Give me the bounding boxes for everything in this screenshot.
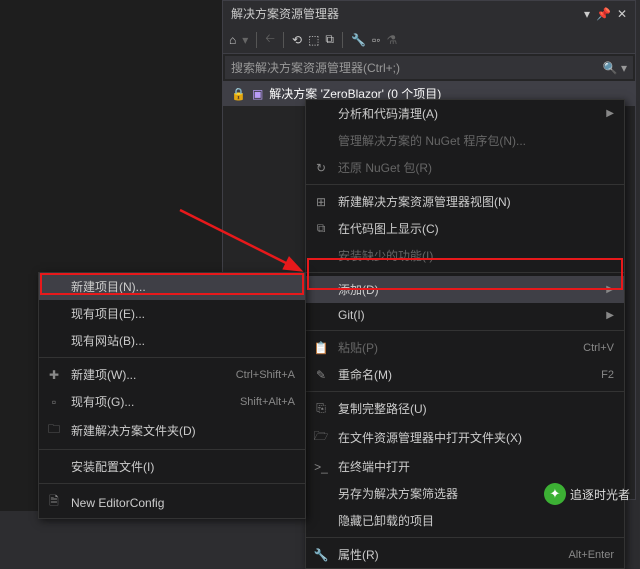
menu-item[interactable]: 🔧 属性(R) Alt+Enter bbox=[306, 541, 624, 568]
watermark: ✦ 追逐时光者 bbox=[544, 483, 630, 505]
panel-toolbar: ⌂ ▾ 🡠 ⟲ ⬚ ⧉ 🔧 ▫◦ ⚗ bbox=[223, 26, 635, 54]
menu-item[interactable]: ✚ 新建项(W)... Ctrl+Shift+A bbox=[39, 361, 305, 388]
solution-icon: ▣ bbox=[252, 87, 263, 101]
menu-label: Git(I) bbox=[338, 308, 588, 322]
chevron-right-icon: ▶ bbox=[596, 284, 614, 295]
chevron-right-icon: ▶ bbox=[596, 108, 614, 119]
menu-item[interactable]: >_ 在终端中打开 bbox=[306, 453, 624, 480]
menu-item[interactable]: 🗎 New EditorConfig bbox=[39, 487, 305, 518]
menu-shortcut: Ctrl+Shift+A bbox=[216, 369, 295, 381]
menu-icon: 🗀 bbox=[45, 420, 63, 441]
menu-item: 管理解决方案的 NuGet 程序包(N)... bbox=[306, 127, 624, 154]
menu-shortcut: Alt+Enter bbox=[548, 549, 614, 561]
menu-label: 管理解决方案的 NuGet 程序包(N)... bbox=[338, 132, 614, 149]
context-menu-add: 新建项目(N)... 现有项目(E)... 现有网站(B)... ✚ 新建项(W)...… bbox=[38, 272, 306, 519]
menu-item[interactable]: ▫ 现有项(G)... Shift+Alt+A bbox=[39, 388, 305, 415]
menu-item[interactable]: 隐藏已卸载的项目 bbox=[306, 507, 624, 534]
menu-label: 现有项(G)... bbox=[71, 393, 212, 410]
menu-item[interactable]: ✎ 重命名(M) F2 bbox=[306, 361, 624, 388]
menu-label: 现有项目(E)... bbox=[71, 305, 295, 322]
menu-label: 重命名(M) bbox=[338, 366, 573, 383]
search-placeholder: 搜索解决方案资源管理器(Ctrl+;) bbox=[231, 59, 400, 76]
menu-label: 新建项(W)... bbox=[71, 366, 208, 383]
menu-label: 复制完整路径(U) bbox=[338, 400, 614, 417]
menu-label: 现有网站(B)... bbox=[71, 332, 295, 349]
dropdown-icon[interactable]: ▾ bbox=[242, 33, 248, 47]
menu-icon: 🗁 bbox=[312, 427, 330, 448]
stack-icon[interactable]: ⬚ bbox=[308, 33, 319, 47]
menu-icon: 🗎 bbox=[45, 492, 63, 513]
search-icon: 🔍 ▾ bbox=[603, 61, 627, 75]
dropdown-icon[interactable]: ▾ bbox=[584, 7, 590, 21]
menu-item[interactable]: 🗀 新建解决方案文件夹(D) bbox=[39, 415, 305, 446]
menu-item: 安装缺少的功能(I) bbox=[306, 242, 624, 269]
menu-label: New EditorConfig bbox=[71, 496, 295, 510]
copy-icon[interactable]: ⧉ bbox=[325, 32, 334, 47]
menu-icon: 📋 bbox=[312, 341, 330, 355]
wechat-icon: ✦ bbox=[544, 483, 566, 505]
menu-icon: ✚ bbox=[45, 368, 63, 382]
menu-item[interactable]: 分析和代码清理(A) ▶ bbox=[306, 100, 624, 127]
back-icon[interactable]: 🡠 bbox=[265, 29, 275, 50]
run-icon[interactable]: ▫◦ bbox=[372, 33, 381, 47]
menu-item[interactable]: 现有网站(B)... bbox=[39, 327, 305, 354]
menu-label: 新建项目(N)... bbox=[71, 278, 295, 295]
menu-label: 还原 NuGet 包(R) bbox=[338, 159, 614, 176]
search-box[interactable]: 搜索解决方案资源管理器(Ctrl+;) 🔍 ▾ bbox=[225, 56, 633, 79]
menu-item[interactable]: 安装配置文件(I) bbox=[39, 453, 305, 480]
menu-label: 在终端中打开 bbox=[338, 458, 614, 475]
menu-icon: ▫ bbox=[45, 395, 63, 409]
menu-item[interactable]: 添加(D) ▶ bbox=[306, 276, 624, 303]
menu-icon: ↻ bbox=[312, 161, 330, 175]
menu-label: 隐藏已卸载的项目 bbox=[338, 512, 614, 529]
wrench-icon[interactable]: 🔧 bbox=[351, 33, 366, 47]
lock-icon: 🔒 bbox=[231, 87, 246, 101]
menu-label: 分析和代码清理(A) bbox=[338, 105, 588, 122]
menu-icon: ⎘ bbox=[312, 401, 330, 416]
menu-label: 新建解决方案文件夹(D) bbox=[71, 422, 295, 439]
menu-item[interactable]: 🗁 在文件资源管理器中打开文件夹(X) bbox=[306, 422, 624, 453]
menu-label: 在代码图上显示(C) bbox=[338, 220, 614, 237]
chevron-right-icon: ▶ bbox=[596, 310, 614, 321]
menu-item[interactable]: ⊞ 新建解决方案资源管理器视图(N) bbox=[306, 188, 624, 215]
menu-shortcut: F2 bbox=[581, 369, 614, 381]
menu-item: 📋 粘贴(P) Ctrl+V bbox=[306, 334, 624, 361]
menu-icon: ⧉ bbox=[312, 221, 330, 236]
menu-item[interactable]: 现有项目(E)... bbox=[39, 300, 305, 327]
panel-title-bar: 解决方案资源管理器 ▾ 📌 ✕ bbox=[223, 1, 635, 26]
arrow-annotation bbox=[170, 200, 310, 280]
menu-item[interactable]: Git(I) ▶ bbox=[306, 303, 624, 327]
menu-icon: ⊞ bbox=[312, 195, 330, 209]
panel-title: 解决方案资源管理器 bbox=[231, 5, 339, 22]
pin-icon[interactable]: 📌 bbox=[596, 7, 611, 21]
sync-icon[interactable]: ⟲ bbox=[292, 33, 302, 47]
menu-shortcut: Shift+Alt+A bbox=[220, 396, 295, 408]
menu-label: 属性(R) bbox=[338, 546, 540, 563]
menu-label: 新建解决方案资源管理器视图(N) bbox=[338, 193, 614, 210]
menu-label: 添加(D) bbox=[338, 281, 588, 298]
menu-label: 安装配置文件(I) bbox=[71, 458, 295, 475]
menu-label: 粘贴(P) bbox=[338, 339, 555, 356]
home-icon[interactable]: ⌂ bbox=[229, 33, 236, 47]
menu-label: 在文件资源管理器中打开文件夹(X) bbox=[338, 429, 614, 446]
close-icon[interactable]: ✕ bbox=[617, 7, 627, 21]
menu-icon: 🔧 bbox=[312, 548, 330, 562]
menu-shortcut: Ctrl+V bbox=[563, 342, 614, 354]
menu-item: ↻ 还原 NuGet 包(R) bbox=[306, 154, 624, 181]
menu-label: 安装缺少的功能(I) bbox=[338, 247, 614, 264]
menu-item[interactable]: ⧉ 在代码图上显示(C) bbox=[306, 215, 624, 242]
menu-icon: >_ bbox=[312, 460, 330, 474]
menu-item[interactable]: ⎘ 复制完整路径(U) bbox=[306, 395, 624, 422]
menu-icon: ✎ bbox=[312, 368, 330, 382]
filter-icon[interactable]: ⚗ bbox=[386, 33, 397, 47]
